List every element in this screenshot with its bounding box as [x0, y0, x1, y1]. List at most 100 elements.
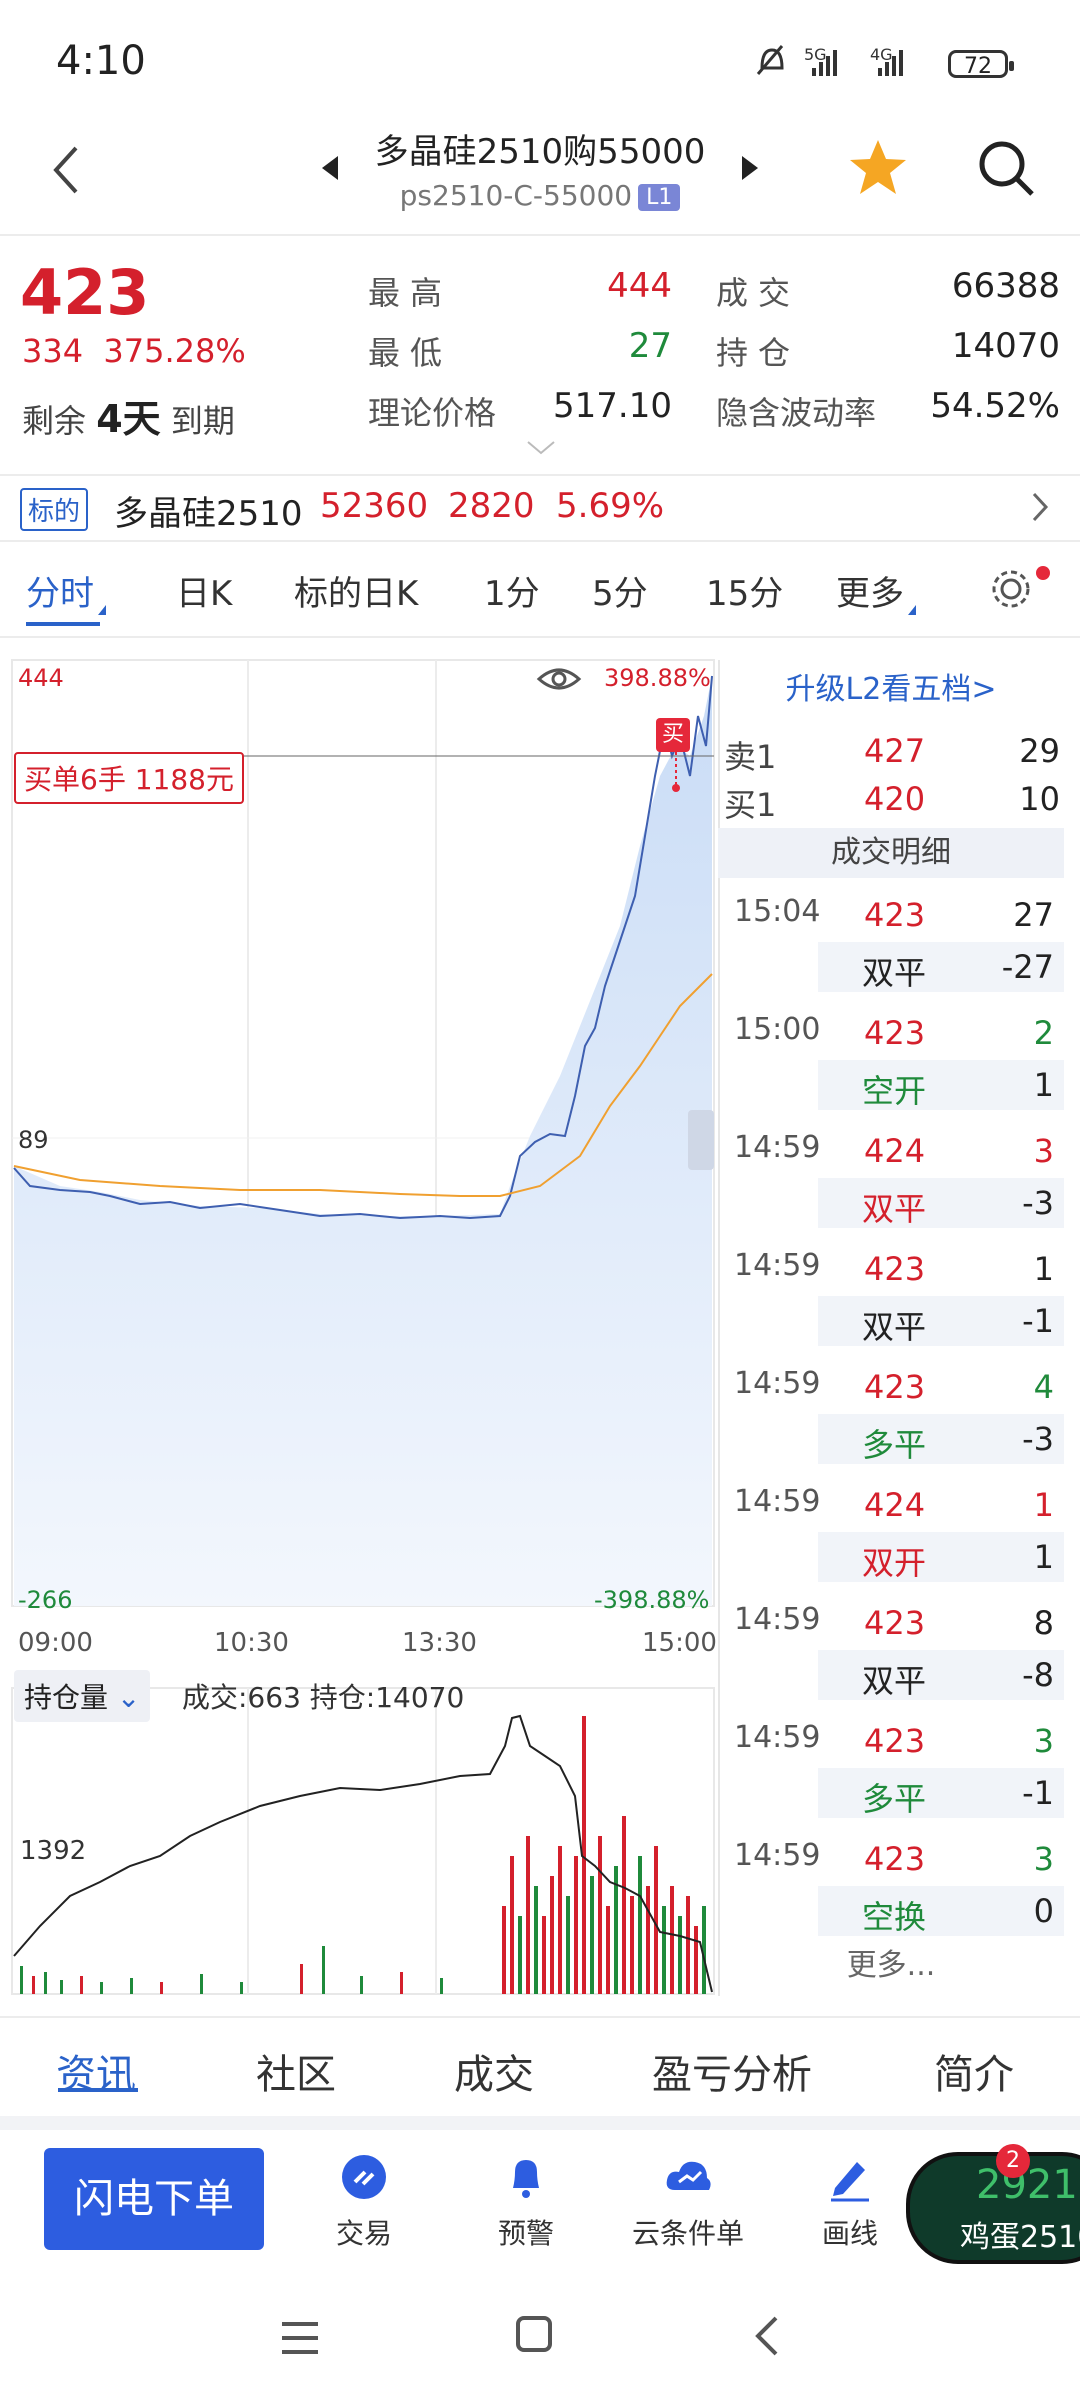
- tab-intro[interactable]: 简介: [934, 2042, 1014, 2100]
- axis-price-min: -266: [18, 1586, 73, 1614]
- trade-price: 423: [864, 1840, 926, 1878]
- iv-label: 隐含波动率: [716, 394, 877, 432]
- dropdown-triangle-icon: [908, 605, 916, 615]
- trade-type: 双平: [862, 954, 927, 992]
- order-tag[interactable]: 买单6手 1188元: [14, 752, 244, 804]
- trade-qty: 8: [1033, 1604, 1054, 1642]
- tab-active-underline: [26, 622, 100, 626]
- quick-quote-name: 鸡蛋2510: [960, 2220, 1080, 2255]
- tab-underlying-daily-k[interactable]: 标的日K: [294, 566, 418, 615]
- tab-1min[interactable]: 1分: [484, 566, 540, 615]
- tab-15min[interactable]: 15分: [706, 566, 783, 615]
- next-contract-icon[interactable]: [738, 154, 762, 182]
- trade-row: 15:00 423 2 空开 1: [718, 998, 1064, 1116]
- favorite-star-icon[interactable]: [846, 136, 910, 200]
- expand-chevron-icon[interactable]: [526, 440, 556, 456]
- trade-row: 15:04 423 27 双平 -27: [718, 880, 1064, 998]
- axis-price-max: 444: [18, 664, 64, 692]
- indicator-selector-label: 持仓量: [24, 1681, 109, 1714]
- oi-label: 持仓: [716, 334, 801, 372]
- trade-qty: 1: [1033, 1250, 1054, 1288]
- intraday-chart[interactable]: [0, 656, 718, 1996]
- search-icon[interactable]: [974, 136, 1038, 200]
- tab-daily-k[interactable]: 日K: [176, 566, 232, 615]
- trade-time: 14:59: [734, 1366, 821, 1401]
- trade-qty: 4: [1033, 1368, 1054, 1406]
- buy-point: [672, 784, 680, 792]
- tab-intraday-label: 分时: [26, 574, 94, 614]
- theory-value: 517.10: [553, 386, 672, 426]
- tab-more[interactable]: 更多: [836, 566, 916, 615]
- cloud-icon: [666, 2161, 711, 2190]
- tab-more-label: 更多: [836, 574, 904, 614]
- trade-price: 423: [864, 1250, 926, 1288]
- gear-icon[interactable]: [988, 566, 1034, 612]
- trade-type: 双平: [862, 1190, 927, 1228]
- back-arrow-icon[interactable]: [44, 140, 88, 200]
- trade-detail-header: 成交明细: [718, 828, 1064, 878]
- trade-button[interactable]: 交易: [294, 2152, 434, 2252]
- bid-price: 420: [864, 780, 926, 818]
- indicator-selector[interactable]: 持仓量 ⌄: [14, 1670, 151, 1722]
- axis-time-end: 15:00: [642, 1628, 717, 1658]
- tab-intraday[interactable]: 分时: [26, 566, 106, 615]
- recent-apps-icon[interactable]: [278, 2318, 322, 2358]
- trade-row: 14:59 423 4 多平 -3: [718, 1352, 1064, 1470]
- status-time: 4:10: [56, 38, 146, 84]
- oi-value: 14070: [951, 326, 1060, 366]
- trade-price: 424: [864, 1486, 926, 1524]
- expire-row: 剩余 4天 到期: [22, 388, 235, 443]
- cloud-order-button[interactable]: 云条件单: [618, 2152, 758, 2252]
- bid-qty: 10: [1019, 780, 1060, 818]
- underlying-row[interactable]: 标的 多晶硅2510 52360 2820 5.69%: [0, 474, 1080, 542]
- ask-qty: 29: [1019, 732, 1060, 770]
- quick-quote-badge: 2: [996, 2144, 1030, 2178]
- price-area-fill: [14, 676, 712, 1606]
- dropdown-triangle-icon: [98, 605, 106, 615]
- low-label: 最低: [368, 334, 453, 372]
- contract-title: 多晶硅2510购55000 ps2510-C-55000 L1: [300, 124, 780, 212]
- trade-qty: 3: [1033, 1132, 1054, 1170]
- ask-price: 427: [864, 732, 926, 770]
- trade-type: 空开: [862, 1072, 927, 1110]
- trade-net: -27: [1001, 948, 1054, 986]
- trade-label: 交易: [335, 2217, 392, 2250]
- tab-pnl-analysis[interactable]: 盈亏分析: [652, 2042, 812, 2100]
- trade-qty: 27: [1013, 896, 1054, 934]
- trade-type-bg: [818, 1060, 1064, 1110]
- axis-pct-min: -398.88%: [594, 1586, 710, 1614]
- home-icon[interactable]: [516, 2316, 552, 2352]
- trade-type: 多平: [862, 1426, 927, 1464]
- system-back-icon[interactable]: [752, 2314, 782, 2358]
- underlying-price: 52360: [320, 486, 429, 526]
- expire-prefix: 剩余: [22, 402, 87, 440]
- panel-collapse-handle[interactable]: [688, 1110, 714, 1170]
- trade-time: 15:04: [734, 894, 821, 929]
- trade-net: 0: [1033, 1892, 1054, 1930]
- tab-5min[interactable]: 5分: [592, 566, 648, 615]
- bell-icon: [513, 2160, 539, 2198]
- trade-time: 14:59: [734, 1602, 821, 1637]
- bottom-info-tabs: 资讯 社区 成交 盈亏分析 简介: [0, 2016, 1080, 2118]
- tab-community[interactable]: 社区: [256, 2042, 336, 2100]
- eye-icon[interactable]: [536, 664, 582, 694]
- quick-quote-widget[interactable]: 2921 鸡蛋2510: [906, 2152, 1080, 2264]
- alert-button[interactable]: 预警: [456, 2152, 596, 2252]
- price-change-row: 334 375.28%: [22, 332, 246, 370]
- axis-time-1330: 13:30: [402, 1628, 477, 1658]
- trade-net: -1: [1022, 1302, 1054, 1340]
- more-trades-link[interactable]: 更多...: [718, 1940, 1064, 1984]
- level-badge: L1: [638, 183, 681, 211]
- trade-price: 423: [864, 1014, 926, 1052]
- contract-name: 多晶硅2510购55000: [374, 132, 706, 172]
- trade-row: 14:59 423 3 空换 0: [718, 1824, 1064, 1942]
- header-divider: [0, 234, 1080, 236]
- tab-trades[interactable]: 成交: [454, 2042, 534, 2100]
- buy-marker[interactable]: 买: [656, 718, 690, 752]
- flash-order-button[interactable]: 闪电下单: [44, 2148, 264, 2250]
- draw-line-button[interactable]: 画线: [780, 2152, 920, 2252]
- trade-price: 423: [864, 1604, 926, 1642]
- trade-type: 双平: [862, 1662, 927, 1700]
- volume-bars: [20, 1716, 706, 1994]
- upgrade-l2-link[interactable]: 升级L2看五档>: [718, 664, 1064, 708]
